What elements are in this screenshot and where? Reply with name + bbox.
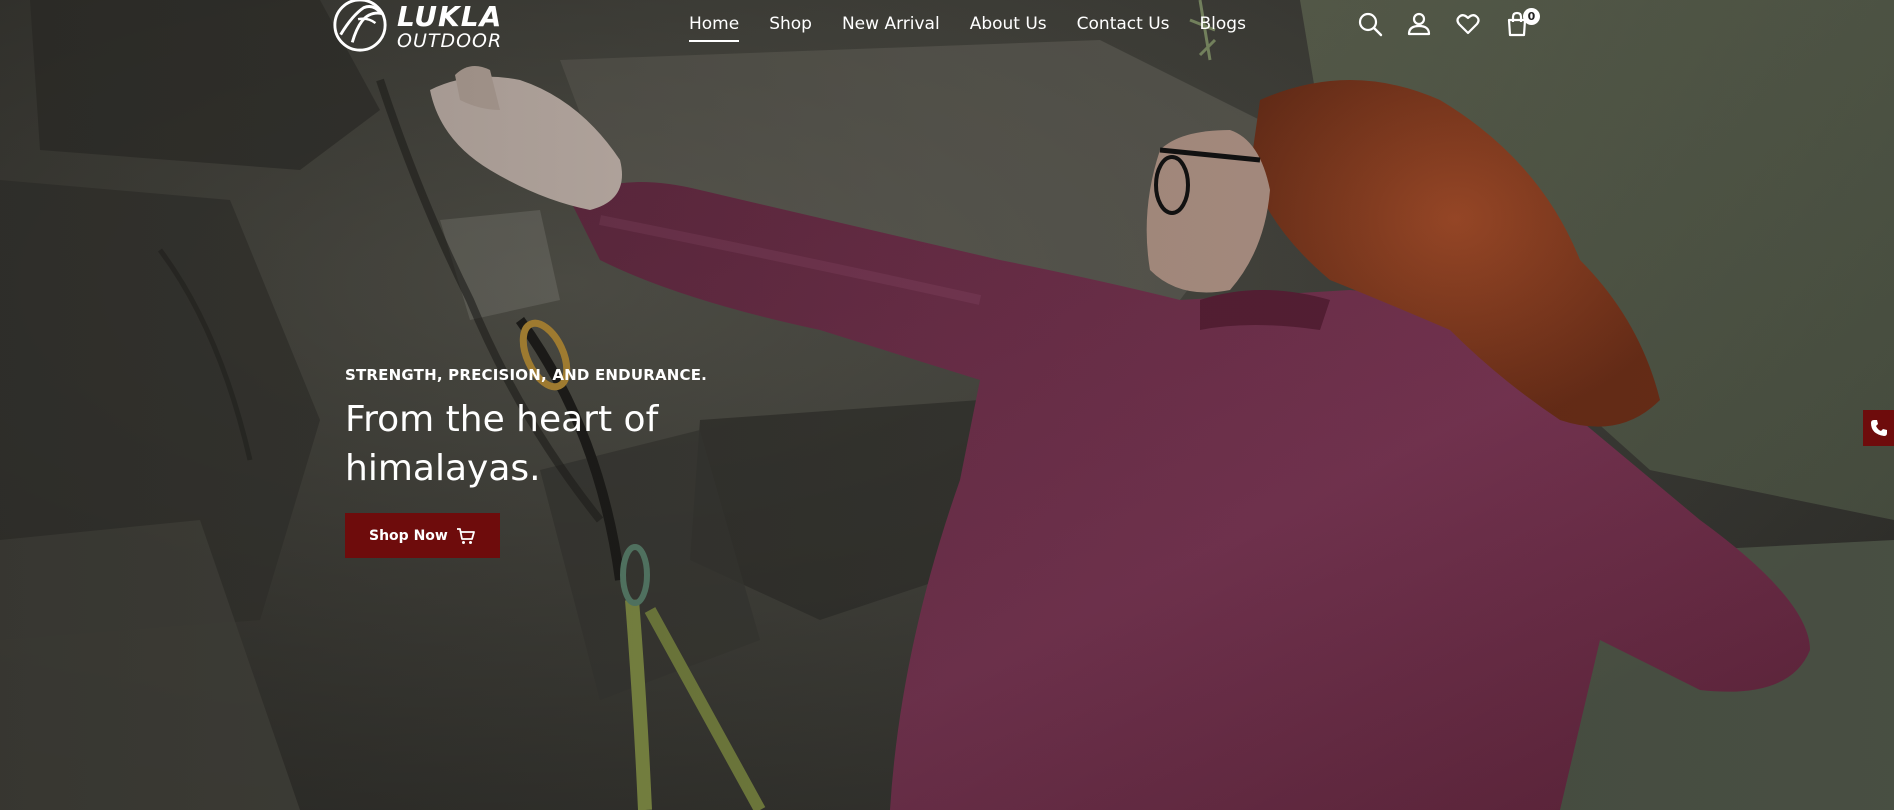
header-icons: 0 [1356, 8, 1540, 37]
brand-tagline: OUTDOOR [397, 30, 503, 52]
nav-item-home[interactable]: Home [689, 14, 740, 42]
hero-eyebrow: STRENGTH, PRECISION, AND ENDURANCE. [345, 366, 708, 384]
hero-headline: From the heart of himalayas. [345, 399, 659, 489]
cart-count-badge: 0 [1523, 8, 1540, 25]
hero-content: STRENGTH, PRECISION, AND ENDURANCE. From… [345, 366, 865, 559]
cart-button[interactable]: 0 [1503, 8, 1540, 37]
mountain-logo-icon [333, 0, 387, 52]
shop-now-button[interactable]: Shop Now [345, 513, 500, 559]
hero-background-image [0, 0, 1894, 810]
nav-item-blogs[interactable]: Blogs [1200, 14, 1246, 42]
heart-icon [1455, 13, 1480, 34]
main-nav: Home Shop New Arrival About Us Contact U… [689, 14, 1246, 42]
nav-item-about-us[interactable]: About Us [970, 14, 1047, 42]
phone-icon [1870, 420, 1887, 436]
nav-item-shop[interactable]: Shop [769, 14, 812, 42]
search-button[interactable] [1356, 10, 1383, 37]
brand-name: LUKLA [397, 0, 503, 33]
user-icon [1407, 12, 1430, 35]
cart-icon [456, 527, 475, 544]
hero-section: LUKLA OUTDOOR Home Shop New Arrival Abou… [0, 0, 1894, 810]
wishlist-button[interactable] [1454, 10, 1481, 37]
shop-now-label: Shop Now [369, 527, 448, 544]
nav-item-contact-us[interactable]: Contact Us [1077, 14, 1170, 42]
phone-contact-tab[interactable] [1863, 410, 1894, 446]
account-button[interactable] [1405, 10, 1432, 37]
search-icon [1358, 12, 1382, 36]
nav-item-new-arrival[interactable]: New Arrival [842, 14, 940, 42]
brand-logo[interactable]: LUKLA OUTDOOR [331, 0, 502, 54]
site-header: LUKLA OUTDOOR Home Shop New Arrival Abou… [0, 0, 1894, 54]
